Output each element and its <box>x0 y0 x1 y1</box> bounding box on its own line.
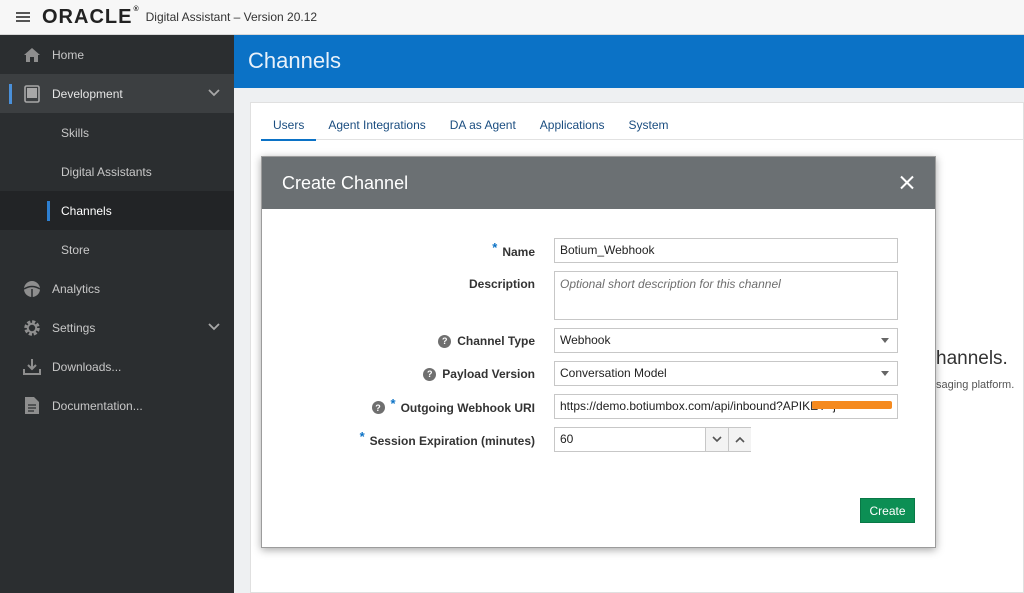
webhook-uri-value: https://demo.botiumbox.com/api/inbound?A… <box>560 399 836 413</box>
help-icon[interactable]: ? <box>438 334 452 348</box>
page-header: Channels <box>234 35 1024 88</box>
redaction-mark <box>812 401 892 409</box>
sidebar-item-label: Digital Assistants <box>61 164 152 179</box>
sidebar-item-development[interactable]: Development <box>0 74 234 113</box>
name-field[interactable]: Botium_Webhook <box>554 238 898 263</box>
sidebar-item-analytics[interactable]: Analytics <box>0 269 234 308</box>
channel-type-select[interactable]: Webhook <box>554 328 898 353</box>
tab-agent-integrations[interactable]: Agent Integrations <box>316 103 437 140</box>
session-expiration-stepper[interactable]: 60 <box>554 427 751 452</box>
create-channel-dialog: Create Channel * Name Botium_Webhook Des… <box>261 156 936 548</box>
decrement-button[interactable] <box>705 428 728 451</box>
increment-button[interactable] <box>728 428 751 451</box>
payload-version-select[interactable]: Conversation Model <box>554 361 898 386</box>
product-name: Digital Assistant – Version 20.12 <box>145 10 318 24</box>
tablet-icon <box>22 84 42 104</box>
close-icon[interactable] <box>897 173 917 193</box>
caret-down-icon <box>881 371 889 376</box>
required-marker: * <box>390 396 396 411</box>
webhook-uri-label: ? * Outgoing Webhook URI <box>371 396 535 415</box>
tab-da-as-agent[interactable]: DA as Agent <box>438 103 528 140</box>
session-expiration-label: * Session Expiration (minutes) <box>360 429 535 448</box>
help-icon[interactable]: ? <box>371 401 385 414</box>
top-bar: ORACLE® Digital Assistant – Version 20.1… <box>0 0 1024 35</box>
hamburger-menu-icon[interactable] <box>16 12 30 22</box>
dialog-title: Create Channel <box>282 173 409 193</box>
tab-users[interactable]: Users <box>261 103 317 141</box>
channel-type-label: ? Channel Type <box>438 334 535 348</box>
webhook-uri-field[interactable]: https://demo.botiumbox.com/api/inbound?A… <box>554 394 898 419</box>
description-label: Description <box>468 277 535 291</box>
dialog-header: Create Channel <box>262 157 935 209</box>
home-icon <box>22 45 42 65</box>
sidebar-item-label: Downloads... <box>52 359 122 374</box>
sidebar-item-label: Documentation... <box>52 398 143 413</box>
chevron-down-icon[interactable] <box>208 320 220 334</box>
sidebar-item-label: Settings <box>52 320 96 335</box>
required-marker: * <box>359 429 365 444</box>
page-title: Channels <box>248 48 341 73</box>
sidebar-item-settings[interactable]: Settings <box>0 308 234 347</box>
oracle-logo: ORACLE® <box>42 5 140 28</box>
sidebar-item-label: Development <box>52 86 123 101</box>
sidebar-item-label: Skills <box>61 125 90 140</box>
sidebar-item-skills[interactable]: Skills <box>0 113 234 152</box>
caret-down-icon <box>881 338 889 343</box>
sidebar-item-label: Channels <box>61 203 112 218</box>
sidebar-item-digital-assistants[interactable]: Digital Assistants <box>0 152 234 191</box>
empty-state-heading: hannels. <box>936 348 1008 369</box>
description-field[interactable]: Optional short description for this chan… <box>554 271 898 320</box>
sidebar-item-label: Analytics <box>52 281 101 296</box>
tab-applications[interactable]: Applications <box>528 103 617 140</box>
webhook-uri-label-text: Outgoing Webhook URI <box>400 400 535 415</box>
download-icon <box>22 357 42 377</box>
empty-state-text: saging platform. <box>936 379 1015 391</box>
name-label: * Name <box>492 240 535 259</box>
chevron-down-icon[interactable] <box>208 86 220 100</box>
chevron-up-icon <box>735 436 745 443</box>
name-label-text: Name <box>502 244 535 259</box>
channel-type-value: Webhook <box>560 333 611 347</box>
analytics-icon <box>22 279 42 299</box>
sidebar: Home Development Skills Digital Assistan… <box>0 35 234 593</box>
sidebar-item-store[interactable]: Store <box>0 230 234 269</box>
sidebar-item-downloads[interactable]: Downloads... <box>0 347 234 386</box>
payload-version-label: ? Payload Version <box>423 367 535 381</box>
payload-version-value: Conversation Model <box>560 366 667 380</box>
channel-type-label-text: Channel Type <box>457 334 535 348</box>
help-icon[interactable]: ? <box>423 367 437 381</box>
tab-bar: Users Agent Integrations DA as Agent App… <box>261 103 1024 141</box>
sidebar-item-label: Store <box>61 242 90 257</box>
chevron-down-icon <box>712 436 722 443</box>
gear-icon <box>22 318 42 338</box>
create-button[interactable]: Create <box>860 498 915 523</box>
payload-version-label-text: Payload Version <box>442 367 535 381</box>
document-icon <box>22 396 42 416</box>
tab-system[interactable]: System <box>617 103 681 140</box>
sidebar-item-documentation[interactable]: Documentation... <box>0 386 234 425</box>
sidebar-item-home[interactable]: Home <box>0 35 234 74</box>
required-marker: * <box>492 240 498 255</box>
sidebar-item-channels[interactable]: Channels <box>0 191 234 230</box>
session-expiration-value: 60 <box>560 432 574 446</box>
sidebar-item-label: Home <box>52 47 85 62</box>
session-expiration-label-text: Session Expiration (minutes) <box>369 433 535 448</box>
